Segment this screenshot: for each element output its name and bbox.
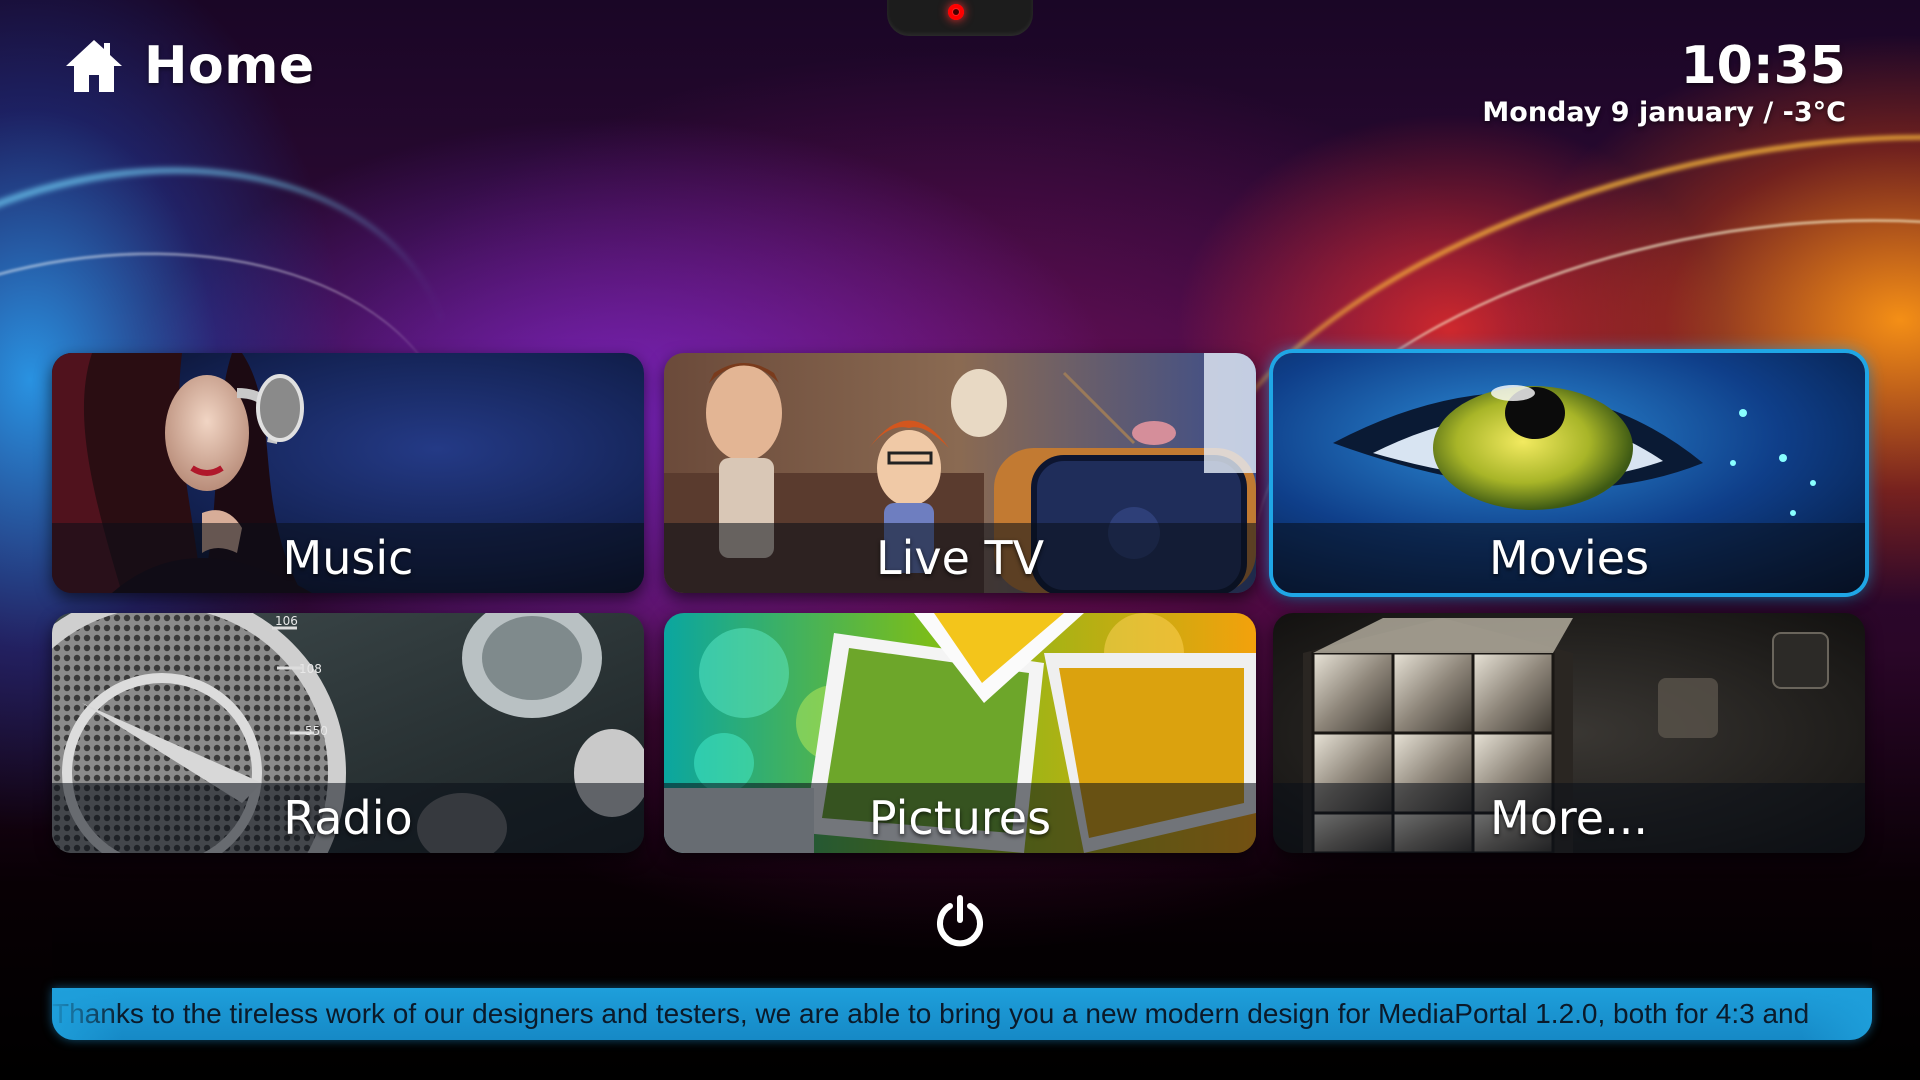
- svg-text:108: 108: [299, 662, 322, 676]
- menu-tile-more[interactable]: More...: [1273, 613, 1865, 853]
- clock-widget: 10:35 Monday 9 january / -3°C: [1482, 36, 1846, 130]
- top-notch: [887, 0, 1033, 36]
- page-header: Home: [64, 36, 315, 96]
- tile-label: Pictures: [868, 791, 1052, 845]
- ticker-fade: [1802, 988, 1872, 1040]
- tile-label: Music: [282, 531, 414, 585]
- tile-label: Radio: [283, 791, 413, 845]
- ticker-text: Thanks to the tireless work of our desig…: [52, 998, 1810, 1029]
- ticker-fade: [52, 988, 122, 1040]
- tile-label: Movies: [1488, 531, 1650, 585]
- tile-label: More...: [1490, 791, 1648, 845]
- home-screen: Home 10:35 Monday 9 january / -3°C Music…: [0, 0, 1920, 1080]
- menu-tile-music[interactable]: Music: [52, 353, 644, 593]
- menu-tile-radio[interactable]: 106 108 550 Radio: [52, 613, 644, 853]
- clock-date-weather: Monday 9 january / -3°C: [1482, 97, 1846, 128]
- svg-text:106: 106: [275, 614, 298, 628]
- menu-tile-live-tv[interactable]: Live TV: [664, 353, 1256, 593]
- page-title: Home: [144, 36, 315, 96]
- tile-label: Live TV: [875, 531, 1045, 585]
- power-icon[interactable]: [932, 894, 988, 950]
- news-ticker: Thanks to the tireless work of our desig…: [52, 988, 1872, 1040]
- clock-time: 10:35: [1680, 36, 1846, 96]
- home-icon: [66, 40, 122, 92]
- svg-text:550: 550: [305, 724, 328, 738]
- record-indicator-icon: [948, 4, 964, 20]
- menu-tile-movies[interactable]: Movies: [1273, 353, 1865, 593]
- menu-tile-pictures[interactable]: Pictures: [664, 613, 1256, 853]
